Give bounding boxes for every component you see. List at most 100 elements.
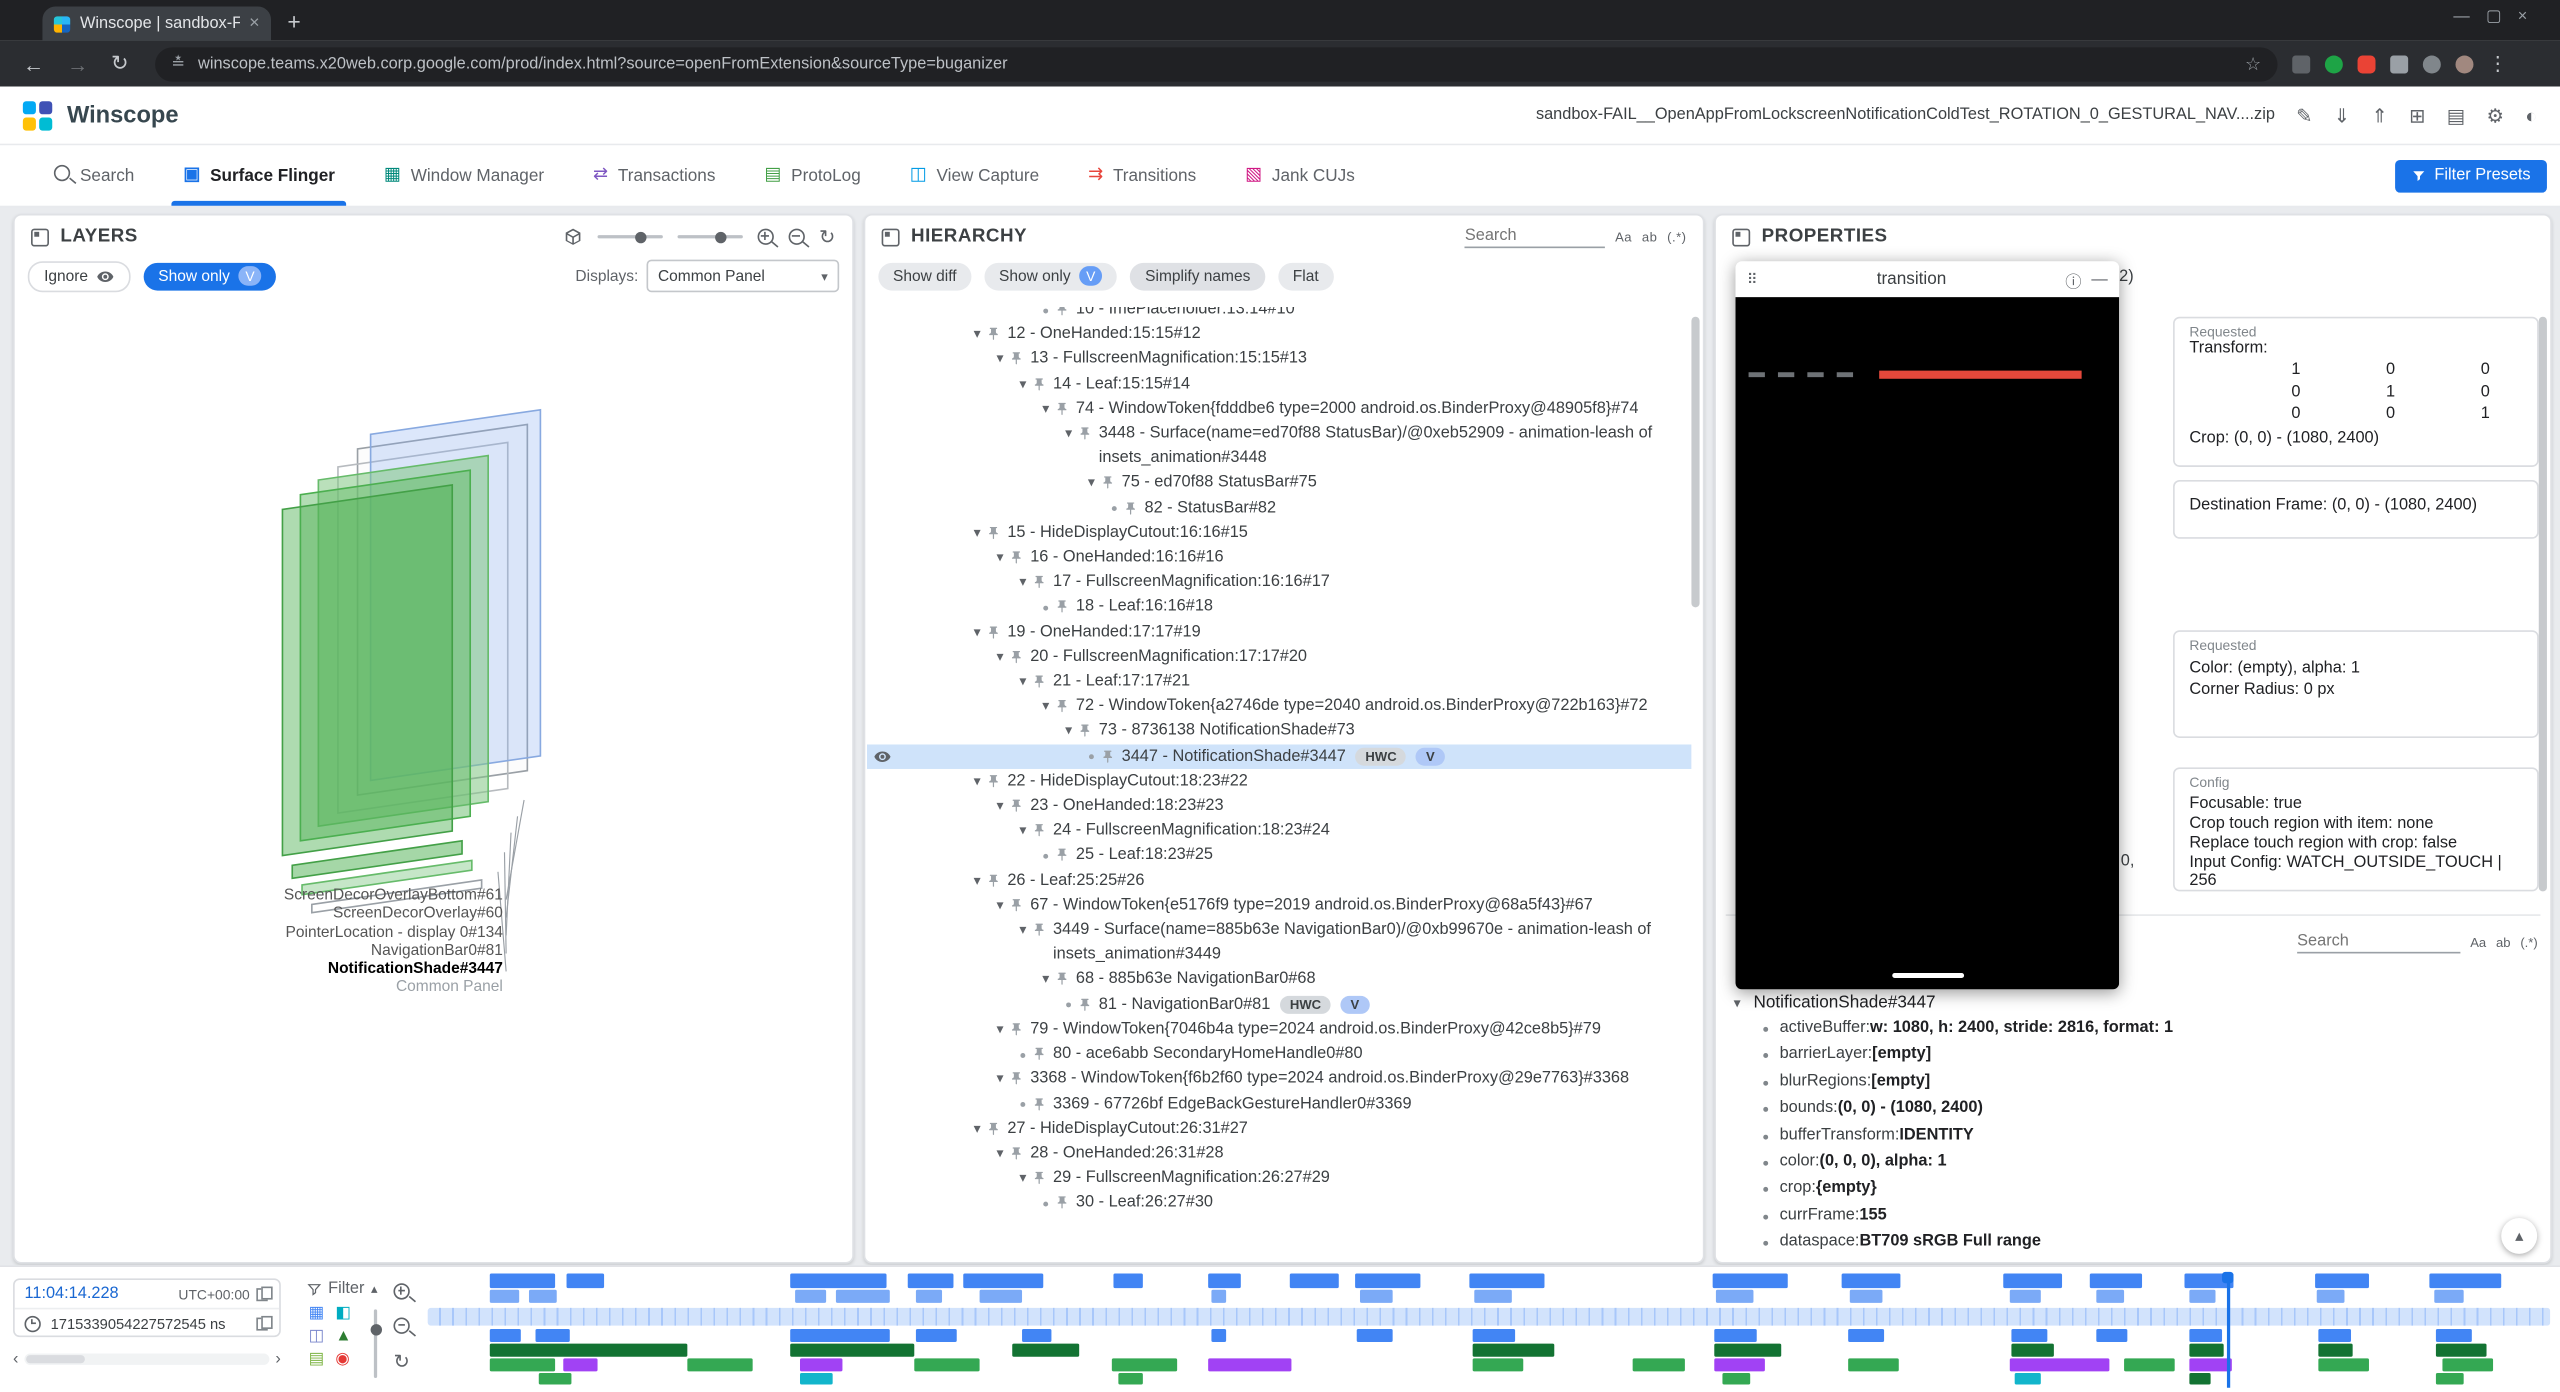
layer-label-selected[interactable]: NotificationShade#3447 [15, 960, 503, 978]
pin-icon[interactable] [1055, 307, 1076, 317]
tree-node[interactable]: ▾13 - FullscreenMagnification:15:15#13 [867, 347, 1691, 372]
timeline-segment[interactable] [530, 1290, 558, 1303]
match-word-icon[interactable]: ab [2496, 935, 2511, 950]
pin-icon[interactable] [1009, 893, 1030, 913]
collapse-chevron[interactable]: ▾ [1729, 993, 1745, 1011]
timeline-segment[interactable] [2011, 1329, 2047, 1342]
overlay-titlebar[interactable]: ⠿ transition ⓘ — [1736, 261, 2120, 297]
timeline-seekbar[interactable] [428, 1308, 2550, 1326]
timeline-segment[interactable] [1714, 1329, 1756, 1342]
timeline-segment[interactable] [489, 1329, 521, 1342]
tree-node[interactable]: ▾68 - 885b63e NavigationBar0#68 [867, 967, 1691, 992]
timeline-segment[interactable] [2124, 1358, 2175, 1371]
pin-icon[interactable] [1078, 992, 1099, 1012]
dark-mode-icon[interactable]: ◐ [2525, 104, 2537, 127]
profile-avatar[interactable] [2455, 55, 2473, 73]
timeline-segment[interactable] [2442, 1358, 2493, 1371]
tree-node[interactable]: ▾73 - 8736138 NotificationShade#73 [867, 719, 1691, 744]
collapse-chevron[interactable]: ▾ [1082, 471, 1100, 496]
scroll-left-icon[interactable]: ‹ [13, 1349, 18, 1367]
zoom-in-icon[interactable] [757, 229, 773, 245]
timeline-segment[interactable] [791, 1344, 914, 1357]
collapse-chevron[interactable]: ▾ [968, 521, 986, 546]
back-icon[interactable]: ← [23, 51, 44, 75]
report-bug-icon[interactable]: ⚙ [2487, 104, 2505, 127]
timeline-segment[interactable] [489, 1358, 555, 1371]
regex-icon[interactable]: (.*) [2520, 935, 2537, 950]
layers-3d-view[interactable]: ScreenDecorOverlayBottom#61 ScreenDecorO… [15, 310, 853, 1262]
timeline-segment[interactable] [963, 1273, 1044, 1288]
timeline-segment[interactable] [1472, 1358, 1523, 1371]
collapse-chevron[interactable]: ▾ [991, 645, 1009, 670]
tab-surface-flinger[interactable]: ▣Surface Flinger [159, 145, 360, 205]
transition-screenshot-overlay[interactable]: ⠿ transition ⓘ — [1736, 261, 2120, 989]
timeline-segment[interactable] [1359, 1290, 1393, 1303]
pin-icon[interactable] [1078, 421, 1099, 441]
collapse-chevron[interactable]: ▾ [1060, 421, 1078, 446]
timeline-segment[interactable] [1209, 1358, 1292, 1371]
timeline-segment[interactable] [2189, 1290, 2214, 1303]
extension-icon[interactable] [2390, 55, 2408, 73]
drag-handle-icon[interactable]: ⠿ [1747, 270, 1758, 288]
layer-label[interactable]: NavigationBar0#81 [15, 942, 503, 960]
pin-icon[interactable] [1009, 347, 1030, 367]
timeline-segment[interactable] [2096, 1329, 2128, 1342]
tree-node[interactable]: 3447 - NotificationShade#3447HWCV [867, 744, 1691, 769]
pin-icon[interactable] [1055, 694, 1076, 714]
reload-icon[interactable]: ↻ [111, 51, 129, 77]
collapse-chevron[interactable]: ▾ [1014, 918, 1032, 943]
tree-node[interactable]: 10 - ImePlaceholder:13:14#10 [867, 307, 1691, 322]
timeline-segment[interactable] [2015, 1373, 2040, 1384]
transitions-trace-icon[interactable]: ◉ [335, 1352, 349, 1368]
property-row[interactable]: currFrame: 155 [1763, 1203, 2543, 1230]
property-row[interactable]: bounds: (0, 0) - (1080, 2400) [1763, 1096, 2543, 1123]
collapse-chevron[interactable]: ▾ [991, 794, 1009, 819]
pin-icon[interactable] [1032, 570, 1053, 590]
hscroll-thumb[interactable] [27, 1354, 86, 1362]
layer-label[interactable]: ScreenDecorOverlay#60 [15, 905, 503, 923]
pin-icon[interactable] [986, 769, 1007, 789]
timeline-segment[interactable] [489, 1290, 519, 1303]
properties-scrollbar[interactable] [2539, 317, 2547, 892]
timeline-segment[interactable] [1289, 1273, 1338, 1288]
timeline-segment[interactable] [1850, 1290, 1882, 1303]
timeline-segment[interactable] [1355, 1273, 1421, 1288]
timeline-segment[interactable] [916, 1329, 956, 1342]
timeline-segment[interactable] [2096, 1290, 2124, 1303]
hierarchy-scrollbar[interactable] [1691, 317, 1699, 608]
tab-jank-cujs[interactable]: ▧Jank CUJs [1221, 145, 1380, 205]
tree-node[interactable]: 3369 - 67726bf EdgeBackGestureHandler0#3… [867, 1091, 1691, 1116]
displays-select[interactable]: Common Panel ▾ [647, 260, 840, 293]
dashboard-icon[interactable]: ⊞ [2409, 104, 2425, 127]
collapse-chevron[interactable]: ▾ [968, 322, 986, 347]
pin-icon[interactable] [986, 620, 1007, 640]
pin-icon[interactable] [1055, 396, 1076, 416]
property-row[interactable]: barrierLayer: [empty] [1763, 1042, 2543, 1069]
tree-node[interactable]: ▾15 - HideDisplayCutout:16:16#15 [867, 521, 1691, 546]
timeline-cursor[interactable] [2228, 1273, 2230, 1387]
tree-node[interactable]: ▾24 - FullscreenMagnification:18:23#24 [867, 818, 1691, 843]
timeline-segment[interactable] [1716, 1290, 1754, 1303]
timeline-segment[interactable] [566, 1273, 604, 1288]
match-case-icon[interactable]: Aa [1615, 229, 1632, 244]
match-word-icon[interactable]: ab [1642, 229, 1658, 244]
extension-icon[interactable] [2357, 55, 2375, 73]
timeline-segment[interactable] [1357, 1329, 1393, 1342]
property-row[interactable]: bufferTransform: IDENTITY [1763, 1123, 2543, 1150]
timeline-zoom-slider[interactable] [374, 1309, 377, 1378]
timeline-segment[interactable] [687, 1358, 753, 1371]
timeline-segment[interactable] [489, 1344, 686, 1357]
timeline-segment[interactable] [1472, 1344, 1555, 1357]
property-row[interactable]: crop: {empty} [1763, 1176, 2543, 1203]
timeline-segment[interactable] [835, 1290, 890, 1303]
hscroll-track[interactable] [25, 1353, 269, 1364]
info-icon[interactable]: ⓘ [2065, 267, 2081, 291]
timeline-reset-icon[interactable]: ↻ [393, 1352, 409, 1372]
pin-icon[interactable] [1055, 1191, 1076, 1211]
timeline-segment[interactable] [1211, 1329, 1226, 1342]
timeline-segment[interactable] [2436, 1329, 2472, 1342]
layer-label[interactable]: PointerLocation - display 0#134 [15, 923, 503, 941]
timeline-segment[interactable] [799, 1373, 833, 1384]
spacing-slider[interactable] [677, 235, 742, 238]
scroll-right-icon[interactable]: › [275, 1349, 280, 1367]
